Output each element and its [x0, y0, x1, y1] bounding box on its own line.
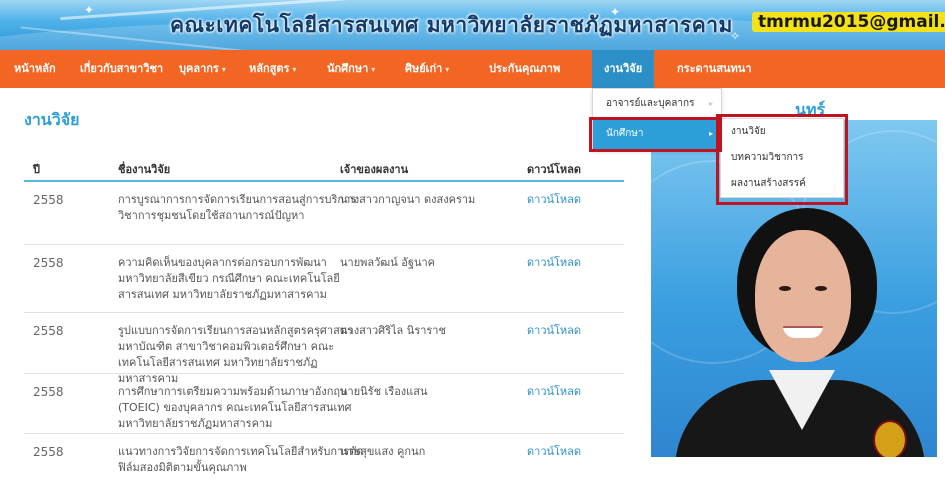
cell-owner: นายสุขแสง คูกนก — [340, 445, 426, 458]
nav-item-label: นักศึกษา — [327, 62, 369, 75]
chevron-down-icon: ▾ — [292, 65, 297, 74]
cell-owner: นางสาวศิริไล นิราราช — [340, 324, 446, 337]
column-header-title: ชื่องานวิจัย — [118, 163, 171, 176]
download-link[interactable]: ดาวน์โหลด — [527, 255, 607, 271]
table-header: ปี ชื่องานวิจัย เจ้าของผลงาน ดาวน์โหลด — [24, 152, 624, 182]
download-link[interactable]: ดาวน์โหลด — [527, 192, 607, 208]
research-table: ปี ชื่องานวิจัย เจ้าของผลงาน ดาวน์โหลด 2… — [24, 152, 624, 482]
cell-year: 2558 — [33, 445, 64, 459]
chevron-down-icon: ▾ — [371, 65, 376, 74]
cell-year: 2558 — [33, 324, 64, 338]
download-link[interactable]: ดาวน์โหลด — [527, 444, 607, 460]
menu-item-faculty-staff[interactable]: อาจารย์และบุคลากร ▸ — [593, 89, 721, 119]
nav-item-label: งานวิจัย — [604, 62, 643, 75]
cell-year: 2558 — [33, 256, 64, 270]
nav-item-about[interactable]: เกี่ยวกับสาขาวิชา — [80, 50, 163, 88]
table-row: 2558 ความคิดเห็นของบุคลากรต่อกรอบการพัฒน… — [24, 245, 624, 313]
site-banner: ✦ ✦ ✧ คณะเทคโนโลยีสารสนเทศ มหาวิทยาลัยรา… — [0, 0, 945, 50]
nav-item-students[interactable]: นักศึกษา ▾ — [327, 50, 375, 88]
nav-item-home[interactable]: หน้าหลัก — [14, 50, 56, 88]
cell-title: แนวทางการวิจัยการจัดการเทคโนโลยีสำหรับกา… — [118, 445, 364, 474]
nav-item-alumni[interactable]: ศิษย์เก่า ▾ — [405, 50, 449, 88]
nav-item-label: หน้าหลัก — [14, 62, 56, 75]
chevron-right-icon: ▸ — [708, 99, 713, 108]
nav-item-label: กระดานสนทนา — [677, 62, 752, 75]
page-title: งานวิจัย — [24, 110, 80, 129]
sparkle-icon: ✦ — [84, 3, 95, 17]
site-title: คณะเทคโนโลยีสารสนเทศ มหาวิทยาลัยราชภัฏมห… — [170, 13, 733, 37]
nav-item-curriculum[interactable]: หลักสูตร ▾ — [249, 50, 296, 88]
chevron-down-icon: ▾ — [221, 65, 226, 74]
table-row: 2558 การบูรณาการการจัดการเรียนการสอนสู่ก… — [24, 182, 624, 245]
nav-item-forum[interactable]: กระดานสนทนา — [677, 50, 752, 88]
person-face — [755, 230, 851, 362]
cell-owner: นายพลวัฒน์ อัฐนาค — [340, 256, 435, 269]
cell-year: 2558 — [33, 385, 64, 399]
nav-item-label: เกี่ยวกับสาขาวิชา — [80, 62, 164, 75]
person-eye — [779, 286, 791, 291]
column-header-owner: เจ้าของผลงาน — [340, 163, 409, 176]
menu-item-label: อาจารย์และบุคลากร — [606, 98, 695, 109]
nav-item-label: ประกันคุณภาพ — [489, 62, 561, 75]
nav-item-research[interactable]: งานวิจัย — [592, 50, 655, 88]
cell-owner: นายนิรัช เรืองแสน — [340, 385, 428, 398]
table-row: 2558 การศึกษาการเตรียมความพร้อมด้านภาษาอ… — [24, 374, 624, 434]
chevron-down-icon: ▾ — [445, 65, 450, 74]
cell-owner: นางสาวกาญจนา ดงสงคราม — [340, 193, 476, 206]
table-row: 2558 แนวทางการวิจัยการจัดการเทคโนโลยีสำห… — [24, 434, 624, 482]
column-header-download: ดาวน์โหลด — [527, 163, 582, 176]
person-eye — [815, 286, 827, 291]
download-link[interactable]: ดาวน์โหลด — [527, 384, 607, 400]
column-header-year: ปี — [33, 163, 40, 176]
cell-year: 2558 — [33, 193, 64, 207]
nav-item-label: บุคลากร — [179, 62, 219, 75]
cell-title: การบูรณาการการจัดการเรียนการสอนสู่การบริ… — [118, 193, 357, 222]
download-link[interactable]: ดาวน์โหลด — [527, 323, 607, 339]
nav-item-label: หลักสูตร — [249, 62, 290, 75]
highlight-box-submenu — [716, 114, 848, 205]
university-pin-icon — [873, 420, 907, 457]
nav-item-quality-assurance[interactable]: ประกันคุณภาพ — [489, 50, 560, 88]
person-smile — [783, 326, 823, 338]
cell-title: ความคิดเห็นของบุคลากรต่อกรอบการพัฒนามหาว… — [118, 256, 340, 301]
main-nav: หน้าหลัก เกี่ยวกับสาขาวิชา บุคลากร ▾ หลัก… — [0, 50, 945, 88]
contact-email[interactable]: tmrmu2015@gmail.com — [752, 12, 945, 32]
nav-item-label: ศิษย์เก่า — [405, 62, 443, 75]
table-row: 2558 รูปแบบการจัดการเรียนการสอนหลักสูตรค… — [24, 313, 624, 385]
nav-item-personnel[interactable]: บุคลากร ▾ — [179, 50, 226, 88]
cell-title: การศึกษาการเตรียมความพร้อมด้านภาษาอังกฤษ… — [118, 385, 352, 430]
highlight-box-students — [589, 117, 722, 152]
